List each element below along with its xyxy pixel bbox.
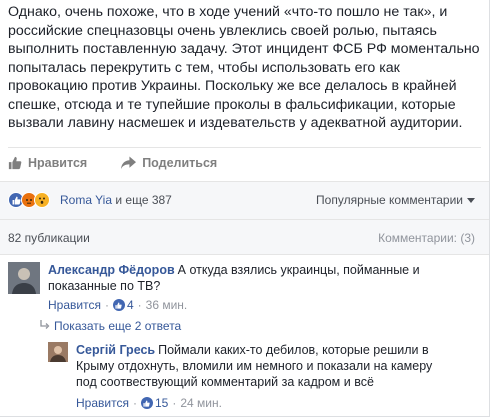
post-card: Однако, очень похоже, что в ходе учений … <box>0 0 490 417</box>
reaction-names[interactable]: Roma Yia и еще 387 <box>60 193 172 207</box>
reply-body: Сергій Гресь Поймали каких-то дебилов, ко… <box>76 342 446 390</box>
separator: · <box>132 396 137 410</box>
divider <box>8 147 481 148</box>
like-count-icon <box>112 299 125 311</box>
comment-body: Александр Фёдоров А откуда взялись украин… <box>48 262 458 294</box>
share-label: Поделиться <box>142 156 218 170</box>
post-actions: Нравится Поделиться <box>8 152 217 174</box>
likes-count: 4 <box>126 298 134 312</box>
shares-count[interactable]: 82 публикации <box>8 231 90 245</box>
reaction-others[interactable]: и еще 387 <box>112 193 171 207</box>
like-count-icon <box>140 397 153 409</box>
reply-meta: Нравится · 15 · 24 мин. <box>76 396 222 410</box>
comment-time[interactable]: 36 мин. <box>146 298 188 312</box>
comments-count: Комментарии: (3) <box>378 231 475 245</box>
show-more-replies[interactable]: Показать еще 2 ответа <box>40 319 181 333</box>
reply-item: Сергій Гресь Поймали каких-то дебилов, ко… <box>48 342 481 412</box>
comment-meta: Нравится · 4 · 36 мин. <box>48 298 187 312</box>
reply-likes[interactable]: 15 <box>140 396 169 410</box>
comment-item: Александр Фёдоров А откуда взялись украин… <box>8 262 481 318</box>
reply-time[interactable]: 24 мин. <box>180 396 222 410</box>
caret-down-icon <box>467 193 475 207</box>
likes-count: 15 <box>154 396 169 410</box>
avatar[interactable] <box>8 262 40 294</box>
avatar[interactable] <box>48 342 68 362</box>
more-replies-label: Показать еще 2 ответа <box>54 319 182 333</box>
share-arrow-icon <box>121 156 137 170</box>
like-button[interactable]: Нравится <box>8 156 87 170</box>
reply-like-link[interactable]: Нравится <box>76 396 129 410</box>
like-label: Нравится <box>28 156 88 170</box>
comment-like-link[interactable]: Нравится <box>48 298 101 312</box>
thumbs-up-icon <box>8 156 22 170</box>
separator: · <box>104 298 109 312</box>
comments-header: 82 публикации Комментарии: (3) <box>0 219 489 255</box>
comment-author[interactable]: Александр Фёдоров <box>48 263 175 277</box>
reactions-bar: Roma Yia и еще 387 Популярные комментари… <box>0 181 489 219</box>
separator: · <box>172 396 177 410</box>
post-text: Однако, очень похоже, что в ходе учений … <box>8 4 480 131</box>
reaction-icons[interactable] <box>8 192 50 208</box>
reply-arrow-icon <box>40 319 50 333</box>
reply-author[interactable]: Сергій Гресь <box>76 343 155 357</box>
wow-reaction-icon <box>34 192 50 208</box>
comment-sort-dropdown[interactable]: Популярные комментарии <box>316 193 475 207</box>
reaction-first-name[interactable]: Roma Yia <box>60 193 112 207</box>
sort-label: Популярные комментарии <box>316 193 463 207</box>
separator: · <box>137 298 142 312</box>
comment-likes[interactable]: 4 <box>112 298 134 312</box>
share-button[interactable]: Поделиться <box>121 156 217 170</box>
